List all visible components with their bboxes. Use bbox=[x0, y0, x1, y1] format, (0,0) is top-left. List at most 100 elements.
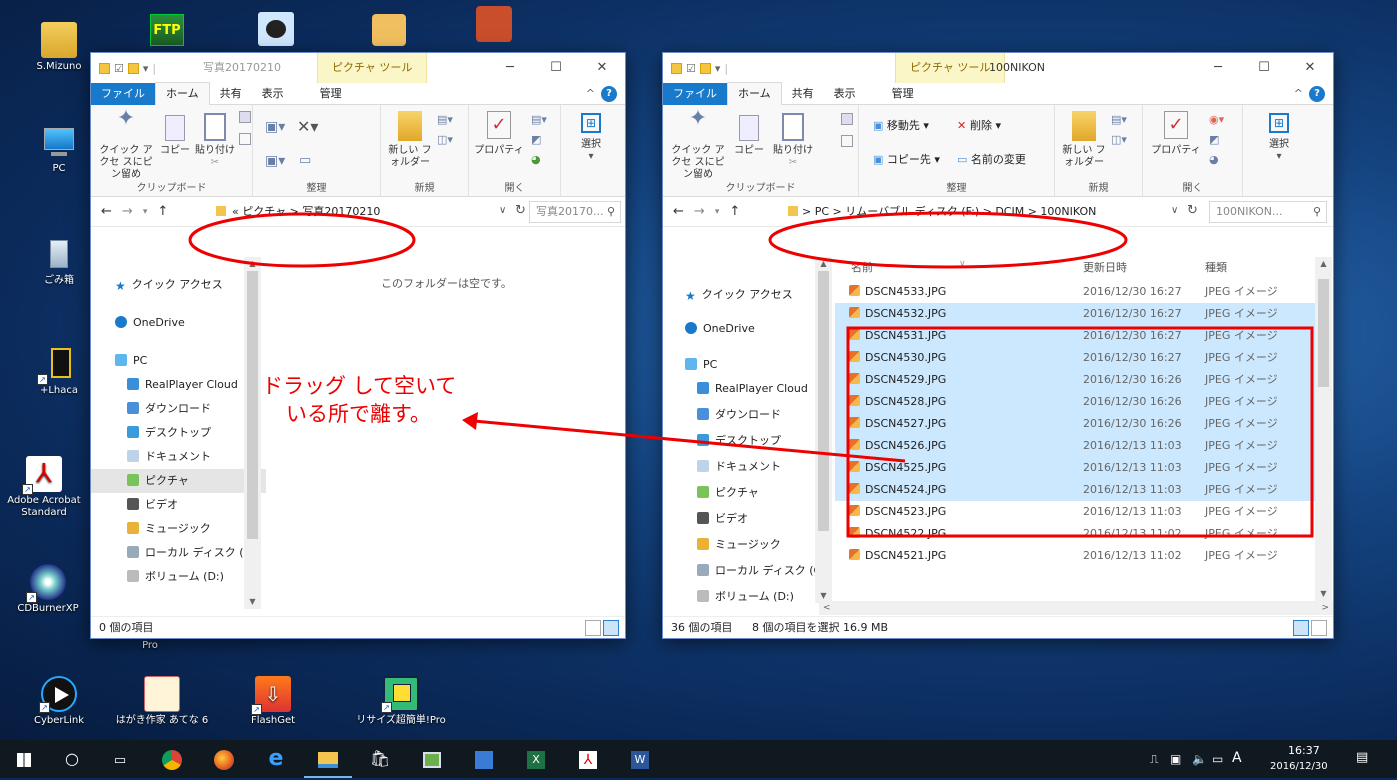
up-button[interactable]: ↑ bbox=[729, 204, 740, 219]
minimize-button[interactable]: ─ bbox=[1195, 53, 1241, 83]
clock-date[interactable]: 2016/12/30 bbox=[1270, 761, 1328, 772]
nav-item-videos[interactable]: ビデオ bbox=[663, 507, 833, 531]
help-icon[interactable]: ? bbox=[601, 86, 617, 102]
search-button[interactable]: ○ bbox=[48, 740, 96, 778]
nav-item-documents[interactable]: ドキュメント bbox=[663, 455, 833, 479]
edit-icon[interactable]: ◩ bbox=[531, 133, 541, 146]
scroll-down-icon[interactable]: ▼ bbox=[244, 595, 261, 609]
open-icon[interactable]: ▤▾ bbox=[531, 113, 547, 126]
scroll-up-icon[interactable]: ▲ bbox=[244, 257, 261, 271]
nav-item-videos[interactable]: ビデオ bbox=[91, 493, 266, 517]
ftp-icon[interactable]: FTP bbox=[150, 14, 184, 46]
forward-button[interactable]: → bbox=[694, 204, 705, 219]
file-row[interactable]: DSCN4532.JPG 2016/12/30 16:27 JPEG イメージ bbox=[835, 303, 1315, 325]
nav-item-downloads[interactable]: ダウンロード bbox=[663, 403, 833, 427]
chrome-button[interactable] bbox=[148, 740, 196, 778]
copy-path-icon[interactable] bbox=[239, 111, 251, 123]
nav-item-music[interactable]: ミュージック bbox=[663, 533, 833, 557]
frog-icon[interactable] bbox=[372, 14, 406, 46]
tab-share[interactable]: 共有 bbox=[782, 83, 824, 105]
back-button[interactable]: ← bbox=[673, 204, 684, 219]
details-view-icon[interactable] bbox=[585, 620, 601, 636]
acrobat-button[interactable]: ⅄ bbox=[564, 740, 612, 778]
new-item-icon[interactable]: ▤▾ bbox=[1111, 113, 1127, 126]
desktop-icon-recycle[interactable]: ごみ箱 bbox=[20, 236, 98, 287]
nav-item-pc[interactable]: PC bbox=[663, 353, 833, 377]
close-button[interactable]: ✕ bbox=[1287, 53, 1333, 83]
nav-scrollbar[interactable]: ▲ ▼ bbox=[244, 257, 261, 609]
tab-view[interactable]: 表示 bbox=[252, 83, 294, 105]
horizontal-scrollbar[interactable]: < > bbox=[819, 601, 1333, 615]
tab-share[interactable]: 共有 bbox=[210, 83, 252, 105]
copy-button[interactable]: コピー bbox=[733, 113, 765, 157]
large-icons-view-icon[interactable] bbox=[603, 620, 619, 636]
tab-view[interactable]: 表示 bbox=[824, 83, 866, 105]
file-row[interactable]: DSCN4526.JPG 2016/12/13 11:03 JPEG イメージ bbox=[835, 435, 1315, 457]
file-scrollbar[interactable]: ▲ ▼ bbox=[1315, 257, 1332, 601]
new-folder-icon[interactable] bbox=[699, 62, 711, 74]
nav-item-volume-d[interactable]: ボリューム (D:) bbox=[663, 585, 833, 609]
edit-icon[interactable]: ◩ bbox=[1209, 133, 1219, 146]
paste-shortcut-icon[interactable] bbox=[841, 135, 853, 147]
file-row[interactable]: DSCN4533.JPG 2016/12/30 16:27 JPEG イメージ bbox=[835, 281, 1315, 303]
start-button[interactable] bbox=[0, 740, 48, 778]
forward-button[interactable]: → bbox=[122, 204, 133, 219]
close-button[interactable]: ✕ bbox=[579, 53, 625, 83]
nav-item-pc[interactable]: PC bbox=[91, 349, 266, 373]
properties-icon[interactable]: ☑ bbox=[686, 62, 696, 75]
tab-file[interactable]: ファイル bbox=[663, 82, 727, 105]
refresh-icon[interactable]: ↻ bbox=[1187, 203, 1198, 218]
delete-button[interactable]: ✕ 削除 ▾ bbox=[957, 117, 1001, 133]
tab-file[interactable]: ファイル bbox=[91, 82, 155, 105]
nav-item-local-disk[interactable]: ローカル ディスク (C bbox=[663, 559, 833, 583]
copy-path-icon[interactable] bbox=[841, 113, 853, 125]
file-row[interactable]: DSCN4528.JPG 2016/12/30 16:26 JPEG イメージ bbox=[835, 391, 1315, 413]
desktop-icon-flashget[interactable]: ⇩ ↗ FlashGet bbox=[234, 676, 312, 727]
title-bar[interactable]: ☑ ▾ | 写真20170210 ピクチャ ツール ─ ☐ ✕ bbox=[91, 53, 625, 83]
scroll-right-icon[interactable]: > bbox=[1321, 601, 1329, 615]
maximize-button[interactable]: ☐ bbox=[533, 53, 579, 83]
address-dropdown-icon[interactable]: ∨ bbox=[499, 205, 506, 216]
scroll-thumb[interactable] bbox=[818, 271, 829, 531]
history-icon[interactable]: ◕ bbox=[531, 153, 541, 166]
nav-item-local-disk[interactable]: ローカル ディスク (C bbox=[91, 541, 266, 565]
scroll-up-icon[interactable]: ▲ bbox=[1315, 257, 1332, 271]
file-row[interactable]: DSCN4522.JPG 2016/12/13 11:02 JPEG イメージ bbox=[835, 523, 1315, 545]
tray-app-icon[interactable]: ⎍ bbox=[1150, 752, 1158, 767]
nav-item-desktop[interactable]: デスクトップ bbox=[663, 429, 833, 453]
desktop-icon-lhaca[interactable]: ↗ +Lhaca bbox=[20, 346, 98, 397]
move-to-icon[interactable]: ▣▾ bbox=[265, 119, 285, 135]
file-row[interactable]: DSCN4531.JPG 2016/12/30 16:27 JPEG イメージ bbox=[835, 325, 1315, 347]
properties-button[interactable]: ✓ プロパティ bbox=[473, 111, 525, 157]
nav-item-downloads[interactable]: ダウンロード bbox=[91, 397, 266, 421]
app-button[interactable] bbox=[460, 740, 508, 778]
easy-access-icon[interactable]: ◫▾ bbox=[1111, 133, 1127, 146]
column-header-date[interactable]: 更新日時 bbox=[1083, 257, 1127, 279]
column-header-name[interactable]: 名前 bbox=[851, 257, 873, 279]
volume-icon[interactable]: 🔈 bbox=[1192, 752, 1207, 766]
file-row[interactable]: DSCN4530.JPG 2016/12/30 16:27 JPEG イメージ bbox=[835, 347, 1315, 369]
clock-time[interactable]: 16:37 bbox=[1288, 744, 1320, 757]
task-view-button[interactable]: ▭ bbox=[96, 740, 144, 778]
address-dropdown-icon[interactable]: ∨ bbox=[1171, 205, 1178, 216]
details-view-icon[interactable] bbox=[1293, 620, 1309, 636]
new-folder-icon[interactable] bbox=[127, 62, 139, 74]
pin-quick-access-button[interactable]: ✦ クイック アクセ スにピン留め bbox=[669, 108, 727, 181]
properties-button[interactable]: ✓ プロパティ bbox=[1149, 111, 1203, 157]
delete-icon[interactable]: ✕▾ bbox=[297, 117, 318, 136]
column-header-type[interactable]: 種類 bbox=[1205, 257, 1227, 279]
excel-button[interactable]: X bbox=[512, 740, 560, 778]
desktop-icon-user[interactable]: S.Mizuno bbox=[20, 22, 98, 73]
tab-manage[interactable]: 管理 bbox=[882, 83, 924, 105]
help-icon[interactable]: ? bbox=[1309, 86, 1325, 102]
rename-icon[interactable]: ▭ bbox=[299, 153, 311, 168]
desktop-icon-cdburner[interactable]: ↗ CDBurnerXP bbox=[14, 564, 82, 615]
tray-monitor-icon[interactable]: ▣ bbox=[1170, 752, 1181, 766]
tab-home[interactable]: ホーム bbox=[155, 82, 210, 105]
cut-icon[interactable]: ✂ bbox=[771, 157, 815, 169]
select-button[interactable]: ⊞ 選択 ▾ bbox=[1257, 111, 1301, 163]
nav-item-documents[interactable]: ドキュメント bbox=[91, 445, 266, 469]
nav-item-volume-d[interactable]: ボリューム (D:) bbox=[91, 565, 266, 589]
nav-scrollbar[interactable]: ▲ ▼ bbox=[815, 257, 832, 603]
move-to-button[interactable]: ▣ 移動先 ▾ bbox=[873, 117, 929, 133]
